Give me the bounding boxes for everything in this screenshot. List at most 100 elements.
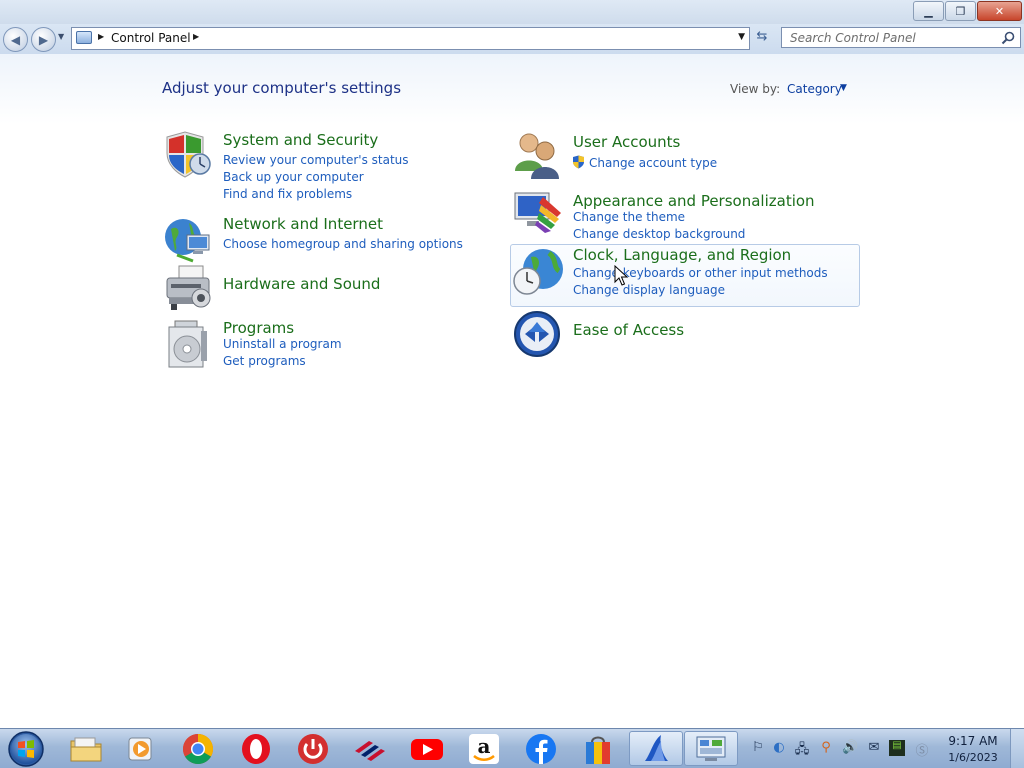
- ease-of-access-icon[interactable]: [513, 310, 563, 360]
- taskbar-shark-app[interactable]: [629, 731, 683, 766]
- category-clock-language-region[interactable]: Clock, Language, and Region Change keybo…: [510, 244, 860, 307]
- control-panel-icon: [76, 31, 92, 44]
- power-icon: [298, 733, 328, 764]
- taskbar-amazon[interactable]: a: [457, 731, 511, 766]
- control-panel-content: Adjust your computer's settings View by:…: [0, 54, 1024, 728]
- category-title[interactable]: Programs: [223, 319, 294, 337]
- youtube-icon: [411, 738, 443, 760]
- taskbar-power-app[interactable]: [286, 731, 340, 766]
- taskbar-chrome[interactable]: [171, 731, 225, 766]
- link-uninstall-program[interactable]: Uninstall a program: [223, 337, 342, 351]
- breadcrumb-control-panel[interactable]: Control Panel: [111, 31, 191, 45]
- page-title: Adjust your computer's settings: [162, 79, 402, 97]
- search-box: [781, 27, 1021, 48]
- skype-icon[interactable]: Ⓢ: [914, 740, 930, 759]
- mouse-cursor-icon: [614, 265, 628, 286]
- title-bar: ▁ ❐ ✕: [0, 0, 1024, 24]
- category-appearance-personalization: Appearance and Personalization Change th…: [513, 185, 858, 241]
- bank-flag-icon: [355, 740, 385, 761]
- uac-shield-icon: [573, 155, 584, 169]
- category-title[interactable]: Appearance and Personalization: [573, 192, 815, 210]
- start-button[interactable]: [6, 730, 46, 767]
- minimize-button[interactable]: ▁: [913, 1, 944, 21]
- system-tray: ⚐ ◐ 🖧 ⚲ 🔊 ✉ ▤ Ⓢ: [744, 737, 934, 761]
- search-tray-icon[interactable]: ⚲: [818, 740, 834, 756]
- show-desktop-button[interactable]: [1010, 729, 1024, 768]
- facebook-icon: [526, 733, 556, 764]
- category-title[interactable]: Network and Internet: [223, 215, 383, 233]
- back-button[interactable]: ◀: [3, 27, 28, 52]
- breadcrumb-chevron-icon[interactable]: ▶: [98, 32, 104, 41]
- link-review-status[interactable]: Review your computer's status: [223, 153, 409, 167]
- chrome-icon: [182, 733, 214, 764]
- media-player-icon: [128, 737, 152, 760]
- programs-icon[interactable]: [163, 319, 213, 369]
- link-get-programs[interactable]: Get programs: [223, 354, 306, 368]
- link-change-display-language[interactable]: Change display language: [573, 283, 725, 297]
- category-programs: Programs Uninstall a program Get program…: [163, 319, 493, 374]
- monitor-palette-icon[interactable]: [513, 185, 563, 235]
- taskbar-store[interactable]: [571, 731, 625, 766]
- category-title[interactable]: Clock, Language, and Region: [573, 246, 791, 264]
- address-dropdown-icon[interactable]: ▼: [738, 32, 745, 42]
- address-box[interactable]: ▶ Control Panel ▶ ▼: [71, 27, 750, 50]
- category-title[interactable]: Hardware and Sound: [223, 275, 380, 293]
- refresh-icon: ⇆: [756, 29, 768, 44]
- action-center-icon[interactable]: ✉: [866, 740, 882, 756]
- amazon-icon: a: [469, 733, 499, 764]
- search-input[interactable]: [782, 28, 1000, 47]
- view-by-dropdown[interactable]: Category: [787, 82, 842, 96]
- printer-icon[interactable]: [163, 264, 213, 314]
- category-title[interactable]: Ease of Access: [573, 321, 684, 339]
- maximize-button[interactable]: ❐: [945, 1, 976, 21]
- taskbar-control-panel[interactable]: [684, 731, 738, 766]
- network-icon[interactable]: 🖧: [794, 740, 810, 757]
- category-ease-of-access: Ease of Access: [513, 310, 858, 360]
- recent-pages-dropdown[interactable]: ▼: [58, 32, 64, 41]
- search-icon[interactable]: [1000, 30, 1016, 46]
- control-panel-icon: [696, 736, 726, 761]
- category-title[interactable]: User Accounts: [573, 133, 680, 151]
- arrow-right-icon: ▶: [38, 32, 49, 47]
- taskbar-opera[interactable]: [229, 731, 283, 766]
- shopping-bag-icon: [586, 736, 610, 764]
- link-change-desktop-background[interactable]: Change desktop background: [573, 227, 745, 241]
- clock-date[interactable]: 1/6/2023: [944, 751, 1002, 764]
- taskbar-youtube[interactable]: [400, 731, 454, 766]
- category-title[interactable]: System and Security: [223, 131, 378, 149]
- link-back-up[interactable]: Back up your computer: [223, 170, 364, 184]
- opera-icon: [242, 733, 270, 764]
- taskbar-media-player[interactable]: [114, 731, 168, 766]
- refresh-button[interactable]: ⇆: [752, 29, 772, 47]
- link-homegroup-sharing[interactable]: Choose homegroup and sharing options: [223, 237, 463, 251]
- link-change-theme[interactable]: Change the theme: [573, 210, 685, 224]
- taskbar-facebook[interactable]: [514, 731, 568, 766]
- clock-time[interactable]: 9:17 AM: [948, 734, 998, 748]
- flag-icon[interactable]: ⚐: [750, 740, 766, 756]
- volume-icon[interactable]: 🔊: [842, 740, 858, 756]
- close-button[interactable]: ✕: [977, 1, 1022, 21]
- network-globe-icon[interactable]: [163, 215, 213, 265]
- link-change-account-type[interactable]: Change account type: [589, 156, 717, 170]
- navigation-bar: ◀ ▶ ▼ ▶ Control Panel ▶ ▼ ⇆: [0, 24, 1024, 54]
- ccleaner-icon[interactable]: ◐: [771, 740, 787, 756]
- view-by-label: View by:: [730, 82, 781, 96]
- chevron-down-icon[interactable]: ▼: [840, 83, 847, 93]
- globe-clock-icon[interactable]: [513, 247, 563, 297]
- shield-icon[interactable]: [163, 131, 213, 181]
- taskbar: a ⚐ ◐ 🖧 ⚲ 🔊 ✉ ▤ Ⓢ 9:17 AM 1/6/2023: [0, 728, 1024, 768]
- window-controls: ▁ ❐ ✕: [912, 1, 1022, 21]
- users-icon[interactable]: [513, 131, 563, 181]
- link-change-keyboards[interactable]: Change keyboards or other input methods: [573, 266, 828, 280]
- taskbar-bank-of-america[interactable]: [343, 731, 397, 766]
- svg-text:a: a: [478, 734, 491, 758]
- monitor-tray-icon[interactable]: ▤: [889, 740, 905, 756]
- category-network-and-internet: Network and Internet Choose homegroup an…: [163, 215, 493, 265]
- taskbar-file-explorer[interactable]: [59, 731, 113, 766]
- breadcrumb-chevron-icon[interactable]: ▶: [193, 32, 199, 41]
- category-system-and-security: System and Security Review your computer…: [163, 131, 493, 201]
- link-find-fix-problems[interactable]: Find and fix problems: [223, 187, 352, 201]
- forward-button[interactable]: ▶: [31, 27, 56, 52]
- arrow-left-icon: ◀: [10, 32, 21, 47]
- category-hardware-and-sound: Hardware and Sound: [163, 264, 493, 314]
